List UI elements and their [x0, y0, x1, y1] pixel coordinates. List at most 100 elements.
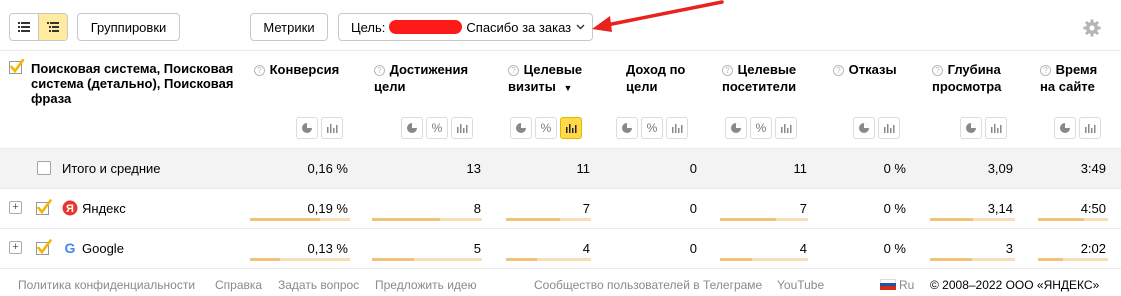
- metrics-button[interactable]: Метрики: [250, 13, 328, 41]
- help-icon[interactable]: ?: [932, 65, 943, 76]
- pie-chart-icon[interactable]: [296, 117, 318, 139]
- column-label: Доход по цели: [626, 62, 686, 94]
- row-name: Итого и средние: [62, 161, 161, 176]
- table-row[interactable]: + Я Яндекс 0,19 % 8 7 0 7 0 % 3,14 4:50: [0, 188, 1121, 228]
- column-label: Целевые посетители: [722, 62, 797, 94]
- bar-chart-icon[interactable]: [775, 117, 797, 139]
- groupings-button[interactable]: Группировки: [77, 13, 180, 41]
- pie-chart-icon[interactable]: [725, 117, 747, 139]
- bar-chart-icon[interactable]: [321, 117, 343, 139]
- column-header-time-on-site[interactable]: ? Время на сайте: [1040, 61, 1112, 95]
- pie-chart-icon[interactable]: [1054, 117, 1076, 139]
- table-row[interactable]: + G Google 0,13 % 5 4 0 4 0 % 3 2:02: [0, 228, 1121, 268]
- toolbar: Группировки Метрики Цель: Спасибо за зак…: [0, 0, 1121, 50]
- value-target-visitors: 11: [793, 161, 808, 176]
- share-bar-fill: [720, 258, 752, 261]
- list-view-button[interactable]: [10, 14, 38, 40]
- checkbox-checked-icon[interactable]: [36, 199, 53, 216]
- help-icon[interactable]: ?: [1040, 65, 1051, 76]
- expand-button[interactable]: +: [9, 241, 22, 254]
- chart-mode-group: %: [401, 117, 473, 139]
- value-target-visits: 7: [582, 201, 590, 216]
- share-bar: [720, 258, 808, 261]
- red-arrow-annotation: [592, 0, 724, 32]
- column-header-target-visits[interactable]: ? Целевые визиты ▼: [508, 61, 598, 97]
- percent-icon[interactable]: %: [426, 117, 448, 139]
- value-target-visits: 4: [582, 241, 590, 256]
- column-header-depth[interactable]: ? Глубина просмотра: [932, 61, 1012, 95]
- value-depth: 3,14: [987, 201, 1013, 216]
- chart-mode-group: [1054, 117, 1101, 139]
- share-bar: [720, 218, 808, 221]
- help-icon[interactable]: ?: [254, 65, 265, 76]
- column-header-bounces[interactable]: ? Отказы: [833, 61, 897, 78]
- share-bar: [930, 258, 1015, 261]
- help-icon[interactable]: ?: [508, 65, 519, 76]
- share-bar-fill: [1038, 218, 1084, 221]
- checkbox-unchecked-icon[interactable]: [37, 161, 51, 175]
- row-name: Google: [82, 241, 124, 256]
- sort-desc-icon: ▼: [563, 83, 573, 93]
- google-logo-icon: G: [65, 240, 76, 256]
- value-time-on-site: 2:02: [1080, 241, 1106, 256]
- redaction-mark: [389, 20, 463, 34]
- list-icon: [18, 22, 31, 32]
- share-bar-fill: [250, 218, 320, 221]
- footer-link-youtube[interactable]: YouTube: [777, 278, 824, 292]
- column-header-conversion[interactable]: ? Конверсия: [254, 61, 339, 78]
- bar-chart-icon[interactable]: [666, 117, 688, 139]
- tree-view-button[interactable]: [38, 14, 67, 40]
- help-icon[interactable]: ?: [374, 65, 385, 76]
- chart-mode-group: %: [616, 117, 688, 139]
- footer-link-privacy[interactable]: Политика конфиденциальности: [18, 278, 195, 292]
- bar-chart-icon[interactable]: [1079, 117, 1101, 139]
- value-goal-reaches: 5: [473, 241, 481, 256]
- footer-link-suggest[interactable]: Предложить идею: [375, 278, 477, 292]
- percent-icon[interactable]: %: [641, 117, 663, 139]
- language-switch[interactable]: Ru: [899, 278, 914, 292]
- pie-chart-icon[interactable]: [510, 117, 532, 139]
- share-bar-fill: [930, 218, 973, 221]
- chart-mode-group: [960, 117, 1007, 139]
- bar-chart-icon[interactable]: [985, 117, 1007, 139]
- share-bar-fill: [506, 258, 537, 261]
- share-bar: [506, 258, 591, 261]
- bar-chart-icon[interactable]: [451, 117, 473, 139]
- expand-button[interactable]: +: [9, 201, 22, 214]
- value-bounces: 0 %: [883, 241, 906, 256]
- table-header: Поисковая система, Поисковая система (де…: [0, 50, 1121, 148]
- pie-chart-icon[interactable]: [401, 117, 423, 139]
- goal-prefix: Цель:: [351, 19, 386, 35]
- footer-link-help[interactable]: Справка: [215, 278, 262, 292]
- column-label: Отказы: [848, 62, 897, 77]
- pie-chart-icon[interactable]: [853, 117, 875, 139]
- column-header-goal-revenue[interactable]: Доход по цели: [626, 61, 690, 95]
- help-icon[interactable]: ?: [833, 65, 844, 76]
- tree-list-icon: [47, 22, 60, 32]
- checkbox-checked-icon[interactable]: [9, 59, 25, 75]
- pie-chart-icon[interactable]: [616, 117, 638, 139]
- footer-link-ask[interactable]: Задать вопрос: [278, 278, 359, 292]
- checkbox-checked-icon[interactable]: [36, 239, 53, 256]
- percent-icon[interactable]: %: [750, 117, 772, 139]
- chart-mode-group: [853, 117, 900, 139]
- share-bar-fill: [930, 258, 972, 261]
- footer: Политика конфиденциальности Справка Зада…: [0, 268, 1121, 296]
- column-header-target-visitors[interactable]: ? Целевые посетители: [722, 61, 808, 95]
- gear-icon[interactable]: [1083, 19, 1101, 37]
- share-bar-fill: [250, 258, 280, 261]
- goal-select[interactable]: Цель: Спасибо за заказ: [338, 13, 593, 41]
- column-header-goal-reaches[interactable]: ? Достижения цели: [374, 61, 470, 95]
- dimensions-label: Поисковая система, Поисковая система (де…: [31, 61, 234, 106]
- pie-chart-icon[interactable]: [960, 117, 982, 139]
- percent-icon[interactable]: %: [535, 117, 557, 139]
- share-bar: [372, 258, 482, 261]
- russia-flag-icon: [880, 279, 896, 290]
- total-row: Итого и средние 0,16 % 13 11 0 11 0 % 3,…: [0, 148, 1121, 188]
- bar-chart-icon[interactable]: [878, 117, 900, 139]
- share-bar: [506, 218, 591, 221]
- help-icon[interactable]: ?: [722, 65, 733, 76]
- bar-chart-icon[interactable]: [560, 117, 582, 139]
- footer-link-telegram[interactable]: Сообщество пользователей в Телеграме: [534, 278, 762, 292]
- dimensions-header[interactable]: Поисковая система, Поисковая система (де…: [9, 59, 234, 106]
